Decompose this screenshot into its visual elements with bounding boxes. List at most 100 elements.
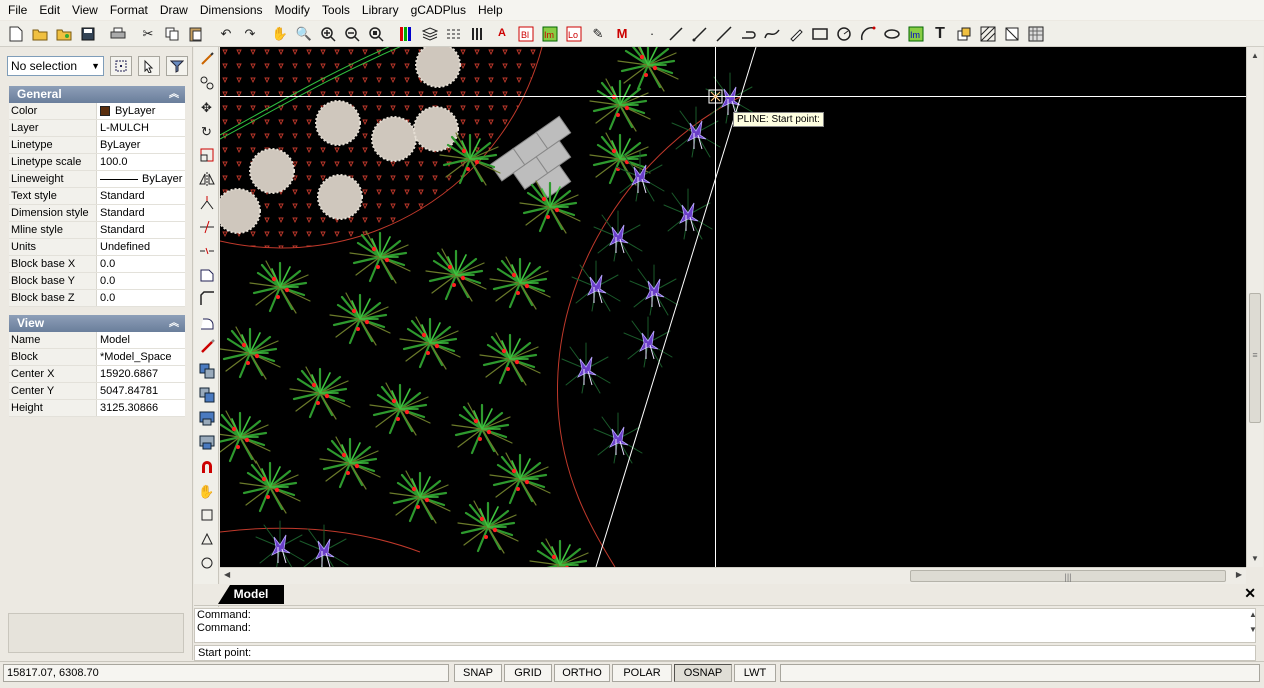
block-icon[interactable]: Bl [514, 22, 538, 46]
vertical-scrollbar[interactable]: ▲ ≡ ▼ [1246, 47, 1263, 567]
scroll-down-icon[interactable]: ▼ [1251, 554, 1259, 563]
print-icon[interactable] [106, 22, 130, 46]
image-icon[interactable]: Im [538, 22, 562, 46]
scroll-up-icon[interactable]: ▲ [1246, 610, 1260, 619]
linetype-icon[interactable] [442, 22, 466, 46]
circle-icon[interactable] [832, 22, 856, 46]
copy-icon[interactable] [160, 22, 184, 46]
eraser-icon[interactable] [784, 22, 808, 46]
color-icon[interactable] [394, 22, 418, 46]
text-icon[interactable]: T [928, 22, 952, 46]
menu-format[interactable]: Format [104, 0, 154, 20]
prop-row-units[interactable]: Units Undefined [9, 239, 185, 256]
menu-help[interactable]: Help [472, 0, 509, 20]
prop-row-color[interactable]: Color ByLayer [9, 103, 185, 120]
selection-dropdown[interactable]: No selection ▼ [7, 56, 104, 76]
insert-block-icon[interactable] [952, 22, 976, 46]
general-header[interactable]: General ︽ [9, 86, 185, 103]
zoom-extents-icon[interactable] [364, 22, 388, 46]
lineweight-icon[interactable] [466, 22, 490, 46]
prop-row-height[interactable]: Height 3125.30866 [9, 400, 185, 417]
prop-row-dimension-style[interactable]: Dimension style Standard [9, 205, 185, 222]
horizontal-scroll-thumb[interactable]: ||| [910, 570, 1226, 582]
raster-icon[interactable] [1024, 22, 1048, 46]
rectangle-icon[interactable] [808, 22, 832, 46]
hatch-icon[interactable] [976, 22, 1000, 46]
redo-icon[interactable]: ↷ [238, 22, 262, 46]
snap-toggle[interactable]: SNAP [454, 664, 502, 682]
prop-row-linetype-scale[interactable]: Linetype scale 100.0 [9, 154, 185, 171]
pen-icon[interactable]: ✎ [586, 22, 610, 46]
array-icon[interactable] [194, 335, 219, 359]
scale-icon[interactable] [194, 143, 219, 167]
offset-icon[interactable] [194, 383, 219, 407]
command-history[interactable]: Command: Command: [194, 608, 1256, 643]
grid-toggle[interactable]: GRID [504, 664, 552, 682]
open-template-icon[interactable] [52, 22, 76, 46]
point-icon[interactable]: · [640, 22, 664, 46]
prop-row-center-y[interactable]: Center Y 5047.84781 [9, 383, 185, 400]
match-properties-icon[interactable] [194, 47, 219, 71]
prop-row-block-base-z[interactable]: Block base Z 0.0 [9, 290, 185, 307]
prop-row-block[interactable]: Block *Model_Space [9, 349, 185, 366]
prop-row-mline-style[interactable]: Mline style Standard [9, 222, 185, 239]
prop-row-text-style[interactable]: Text style Standard [9, 188, 185, 205]
paste-icon[interactable] [184, 22, 208, 46]
menu-file[interactable]: File [2, 0, 33, 20]
menu-edit[interactable]: Edit [33, 0, 66, 20]
vertical-scroll-thumb[interactable]: ≡ [1249, 293, 1261, 423]
collapse-icon[interactable]: ︽ [169, 315, 179, 332]
bring-front-icon[interactable] [194, 407, 219, 431]
osnap-toggle[interactable]: OSNAP [674, 664, 732, 682]
new-icon[interactable] [4, 22, 28, 46]
quick-select-icon[interactable] [110, 56, 132, 76]
layers-icon[interactable] [418, 22, 442, 46]
menu-gcadplus[interactable]: gCADPlus [405, 0, 472, 20]
command-prompt-input[interactable]: Start point: [194, 645, 1256, 661]
polar-toggle[interactable]: POLAR [612, 664, 672, 682]
menu-tools[interactable]: Tools [316, 0, 356, 20]
pan-icon[interactable]: ✋ [268, 22, 292, 46]
square-icon[interactable] [194, 503, 219, 527]
select-objects-icon[interactable] [138, 56, 160, 76]
text-style-icon[interactable]: A [490, 22, 514, 46]
prop-row-layer[interactable]: Layer L-MULCH [9, 120, 185, 137]
menu-dimensions[interactable]: Dimensions [194, 0, 269, 20]
ray-icon[interactable] [688, 22, 712, 46]
prop-row-lineweight[interactable]: Lineweight ByLayer [9, 171, 185, 188]
xline-icon[interactable] [712, 22, 736, 46]
prop-row-name[interactable]: Name Model [9, 332, 185, 349]
explode-icon[interactable] [194, 71, 219, 95]
fillet-icon[interactable] [194, 311, 219, 335]
stretch-icon[interactable] [194, 263, 219, 287]
spline-icon[interactable] [760, 22, 784, 46]
filter-icon[interactable] [166, 56, 188, 76]
rotate-icon[interactable]: ↻ [194, 119, 219, 143]
save-icon[interactable] [76, 22, 100, 46]
scroll-right-icon[interactable]: ▶ [1236, 570, 1242, 579]
lwt-toggle[interactable]: LWT [734, 664, 776, 682]
command-scroll[interactable]: ▲ ▼ [1246, 610, 1260, 643]
prop-row-center-x[interactable]: Center X 15920.6867 [9, 366, 185, 383]
collapse-icon[interactable]: ︽ [169, 86, 179, 103]
close-icon[interactable]: ✕ [1244, 585, 1256, 602]
prop-row-linetype[interactable]: Linetype ByLayer [9, 137, 185, 154]
extend-icon[interactable] [194, 191, 219, 215]
menu-draw[interactable]: Draw [154, 0, 194, 20]
scroll-left-icon[interactable]: ◀ [224, 570, 230, 579]
send-back-icon[interactable] [194, 431, 219, 455]
multiline-icon[interactable]: M [610, 22, 634, 46]
image-insert-icon[interactable]: Im [904, 22, 928, 46]
circle-shape-icon[interactable] [194, 551, 219, 575]
magnet-icon[interactable] [194, 455, 219, 479]
prop-row-block-base-x[interactable]: Block base X 0.0 [9, 256, 185, 273]
layout-icon[interactable]: Lo [562, 22, 586, 46]
prop-row-block-base-y[interactable]: Block base Y 0.0 [9, 273, 185, 290]
scroll-down-icon[interactable]: ▼ [1246, 625, 1260, 634]
wipeout-icon[interactable] [1000, 22, 1024, 46]
ortho-toggle[interactable]: ORTHO [554, 664, 610, 682]
zoom-realtime-icon[interactable]: 🔍 [292, 22, 316, 46]
menu-library[interactable]: Library [356, 0, 405, 20]
arc-icon[interactable] [856, 22, 880, 46]
move-icon[interactable]: ✥ [194, 95, 219, 119]
